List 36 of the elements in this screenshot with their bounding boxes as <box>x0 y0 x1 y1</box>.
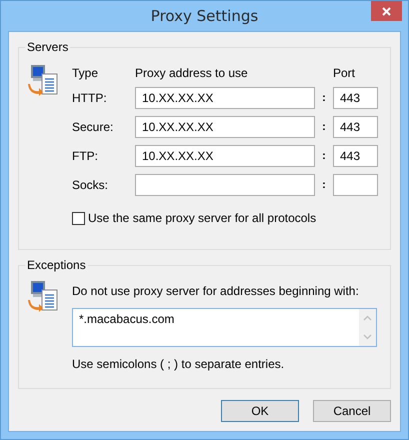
row-label: FTP: <box>72 149 99 163</box>
port-field[interactable]: 443 <box>333 87 378 109</box>
column-header: Proxy address to use <box>135 66 249 80</box>
scroll-down-icon[interactable] <box>363 334 372 340</box>
column-header: Type <box>72 66 100 80</box>
dialog-button[interactable]: Cancel <box>313 400 391 422</box>
group-title: Servers <box>26 40 70 54</box>
row-label: Secure: <box>72 120 114 134</box>
address-field[interactable]: 10.XX.XX.XX <box>135 116 315 138</box>
checkbox[interactable] <box>72 212 85 224</box>
address-field[interactable]: 10.XX.XX.XX <box>135 87 315 109</box>
exceptions-field[interactable]: *.macabacus.com <box>72 308 377 347</box>
port-field[interactable]: 443 <box>333 116 378 138</box>
computer-document-icon <box>28 64 60 96</box>
instruction-text: Do not use proxy server for addresses beginning with: <box>72 284 360 298</box>
port-field[interactable] <box>333 174 378 196</box>
separator: : <box>321 179 327 191</box>
computer-document-icon <box>28 280 60 312</box>
row-label: HTTP: <box>72 91 108 105</box>
row-label: Socks: <box>72 178 110 192</box>
separator: : <box>321 121 327 133</box>
close-icon <box>382 6 391 16</box>
checkbox-label: Use the same proxy server for all protocols <box>88 211 316 225</box>
window-title: Proxy Settings <box>150 7 258 25</box>
address-field[interactable]: 10.XX.XX.XX <box>135 145 315 167</box>
separator: : <box>321 92 327 104</box>
group-title: Exceptions <box>26 258 87 272</box>
scroll-up-icon[interactable] <box>363 315 372 322</box>
note-text: Use semicolons ( ; ) to separate entries. <box>72 357 286 371</box>
separator: : <box>321 150 327 162</box>
port-field[interactable]: 443 <box>333 145 378 167</box>
column-header: Port <box>333 66 356 80</box>
address-field[interactable] <box>135 174 315 196</box>
dialog-button[interactable]: OK <box>221 400 299 422</box>
close-button[interactable] <box>371 1 402 21</box>
scrollbar[interactable] <box>359 309 376 346</box>
